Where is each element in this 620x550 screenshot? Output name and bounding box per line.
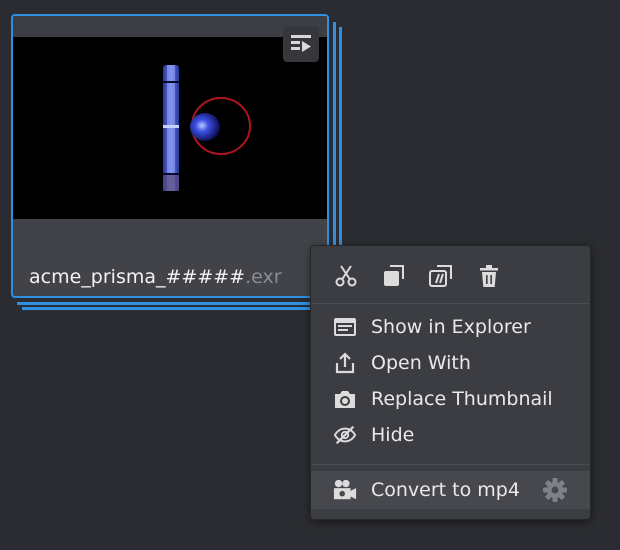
sequence-card[interactable]: acme_prisma_#####.exr (11, 14, 329, 298)
menu-item-label: Convert to mp4 (371, 479, 520, 501)
menu-item-label: Hide (371, 424, 415, 446)
copy-icon (384, 265, 404, 286)
eye-slash-icon (333, 423, 357, 447)
video-camera-icon (333, 478, 357, 502)
menu-item-convert-to-mp4[interactable]: Convert to mp4 (311, 471, 590, 509)
copy-path-icon (429, 265, 452, 287)
delete-button[interactable] (474, 261, 504, 291)
convert-settings-button[interactable] (542, 477, 568, 503)
share-upload-icon (333, 351, 357, 375)
menu-item-label: Open With (371, 352, 471, 374)
gear-icon (543, 478, 567, 502)
trash-icon (480, 265, 498, 287)
menu-toolbar (311, 246, 590, 304)
copy-path-button[interactable] (426, 261, 456, 291)
menu-item-label: Show in Explorer (371, 316, 531, 338)
camera-icon (333, 387, 357, 411)
context-menu: Show in Explorer Open With Replace Thumb… (310, 245, 591, 520)
menu-item-show-in-explorer[interactable]: Show in Explorer (311, 309, 590, 345)
sequence-thumbnail (13, 37, 327, 219)
cut-button[interactable] (331, 261, 361, 291)
cut-icon (335, 265, 357, 287)
sequence-name: acme_prisma_#####.exr (29, 266, 282, 288)
sequence-type-icon (283, 26, 319, 62)
stack-frame-bottom-2 (22, 307, 342, 310)
stack-frame-bottom-1 (17, 302, 336, 305)
menu-item-hide[interactable]: Hide (311, 417, 590, 453)
explorer-window-icon (333, 315, 357, 339)
menu-item-open-with[interactable]: Open With (311, 345, 590, 381)
menu-item-label: Replace Thumbnail (371, 388, 553, 410)
menu-item-replace-thumbnail[interactable]: Replace Thumbnail (311, 381, 590, 417)
copy-button[interactable] (379, 261, 409, 291)
sequence-extension: .exr (245, 266, 282, 288)
